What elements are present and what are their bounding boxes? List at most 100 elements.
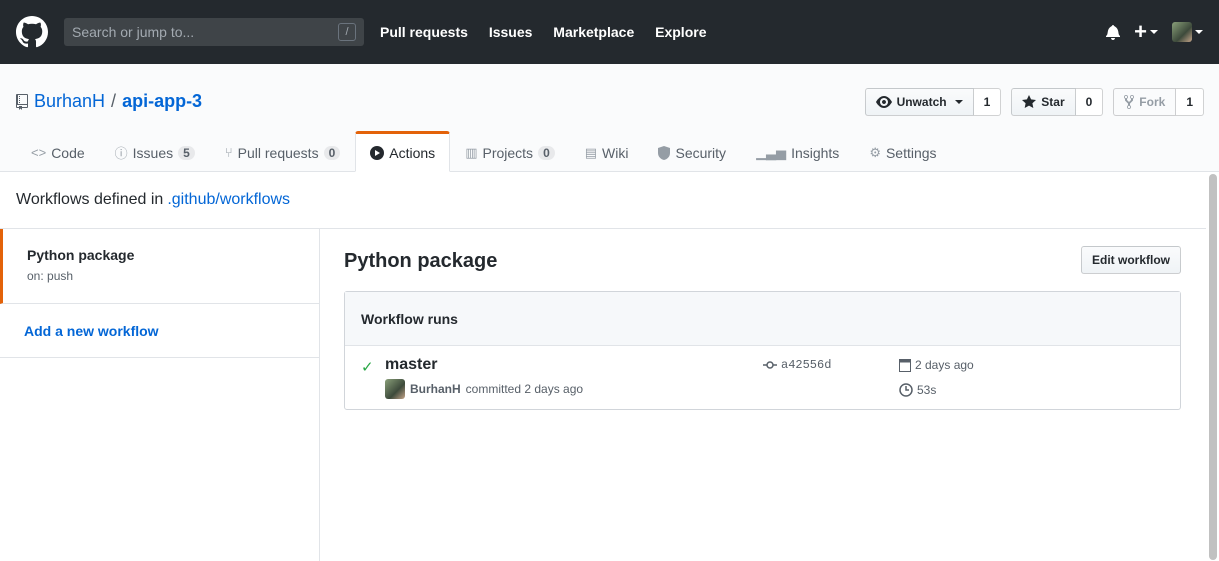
code-icon: <> (31, 145, 47, 160)
search-shortcut-hint: / (338, 23, 356, 41)
workflow-runs-box: Workflow runs ✓ master BurhanH committed… (344, 291, 1181, 410)
workflow-main: Python package Edit workflow Workflow ru… (344, 229, 1181, 410)
repo-path-separator: / (111, 91, 117, 111)
eye-icon (875, 96, 892, 108)
run-duration-text: 53s (917, 383, 937, 397)
repo-name-link[interactable]: api-app-3 (122, 91, 202, 112)
tab-label: Wiki (602, 144, 629, 161)
tab-label: Projects (482, 144, 534, 161)
fork-icon (1124, 94, 1135, 110)
search-input[interactable]: Search or jump to... / (64, 18, 364, 46)
workflows-path-link[interactable]: .github/workflows (167, 191, 290, 209)
gear-icon: ⚙ (869, 144, 881, 160)
repo-owner-link[interactable]: BurhanH (34, 91, 105, 112)
scrollbar[interactable] (1209, 174, 1217, 560)
global-header: Search or jump to... / Pull requests Iss… (0, 0, 1219, 64)
project-icon: ▥ (465, 144, 478, 160)
workflow-trigger: on: push (27, 269, 74, 283)
nav-pull-requests[interactable]: Pull requests (380, 24, 468, 40)
fork-group: Fork 1 (1113, 88, 1204, 116)
page-title: Python package (344, 249, 498, 272)
run-commit[interactable]: a42556d (763, 358, 831, 372)
actions-content: Workflows defined in .github/workflows P… (0, 172, 1219, 561)
tab-settings[interactable]: ⚙ Settings (854, 131, 951, 172)
repo-title: BurhanH / api-app-3 (16, 91, 202, 112)
issues-count-badge: 5 (178, 145, 195, 160)
run-date: 2 days ago (899, 358, 974, 372)
book-icon: ▤ (584, 144, 598, 160)
star-count[interactable]: 0 (1075, 88, 1104, 116)
user-menu-button[interactable] (1172, 22, 1203, 42)
bell-icon[interactable] (1106, 24, 1121, 40)
tab-code[interactable]: <> Code (16, 131, 100, 172)
workflow-sidebar: Python package on: push Add a new workfl… (0, 229, 320, 561)
tab-issues[interactable]: ⓘ Issues 5 (100, 131, 210, 172)
pull-request-icon: ⑂ (224, 145, 233, 160)
tab-wiki[interactable]: ▤ Wiki (570, 131, 644, 172)
repo-actions: Unwatch 1 Star 0 Fork 1 (864, 88, 1204, 116)
calendar-icon (899, 359, 911, 372)
tab-insights[interactable]: ▁▃▅ Insights (741, 131, 854, 172)
workflow-item-python-package[interactable]: Python package on: push (0, 229, 319, 304)
tab-actions[interactable]: Actions (355, 131, 451, 172)
fork-count[interactable]: 1 (1176, 88, 1204, 116)
play-icon (370, 145, 385, 160)
unwatch-label: Unwatch (896, 95, 947, 109)
star-group: Star 0 (1011, 88, 1104, 116)
tab-label: Pull requests (237, 144, 319, 161)
pull-requests-count-badge: 0 (323, 145, 341, 160)
workflow-runs-title: Workflow runs (345, 292, 1180, 346)
workflows-header: Workflows defined in .github/workflows (0, 172, 1206, 229)
shield-icon (658, 145, 671, 160)
tab-label: Code (51, 144, 85, 161)
tab-security[interactable]: Security (643, 131, 741, 172)
tab-pull-requests[interactable]: ⑂ Pull requests 0 (210, 131, 355, 172)
global-nav: Pull requests Issues Marketplace Explore (380, 24, 723, 40)
run-branch-link[interactable]: master (385, 356, 437, 374)
clock-icon (899, 383, 913, 397)
check-icon: ✓ (361, 359, 374, 376)
commit-sha: a42556d (781, 358, 832, 372)
issue-icon: ⓘ (114, 146, 128, 161)
run-author-link[interactable]: BurhanH (410, 382, 461, 396)
unwatch-button[interactable]: Unwatch (864, 88, 974, 116)
chevron-down-icon (954, 100, 963, 104)
list-item[interactable]: ✓ master BurhanH committed 2 days ago a4… (345, 346, 1180, 409)
star-icon (1022, 95, 1037, 108)
search-placeholder: Search or jump to... (72, 24, 195, 40)
edit-workflow-button[interactable]: Edit workflow (1081, 246, 1181, 274)
nav-explore[interactable]: Explore (655, 24, 706, 40)
github-logo-icon[interactable] (16, 16, 48, 48)
watch-count[interactable]: 1 (973, 88, 1002, 116)
fork-label: Fork (1139, 95, 1166, 109)
tab-projects[interactable]: ▥ Projects 0 (450, 131, 570, 172)
plus-icon: + (1134, 19, 1147, 44)
avatar (1172, 22, 1192, 42)
repo-nav: <> Code ⓘ Issues 5 ⑂ Pull requests 0 Act… (16, 131, 952, 172)
tab-label: Security (675, 144, 727, 161)
workflows-header-text: Workflows defined in (16, 191, 164, 208)
tab-label: Settings (885, 144, 937, 161)
nav-marketplace[interactable]: Marketplace (553, 24, 634, 40)
graph-icon: ▁▃▅ (756, 144, 787, 160)
add-new-workflow-link[interactable]: Add a new workflow (0, 304, 319, 358)
run-meta: BurhanH committed 2 days ago (385, 379, 583, 399)
repo-header: BurhanH / api-app-3 Unwatch 1 Star 0 For… (0, 64, 1219, 172)
tab-label: Insights (791, 144, 840, 161)
star-button[interactable]: Star (1011, 88, 1076, 116)
chevron-down-icon (1150, 30, 1158, 34)
watch-group: Unwatch 1 (864, 88, 1002, 116)
tab-label: Issues (132, 144, 174, 161)
workflow-title: Python package (27, 247, 135, 263)
run-date-text: 2 days ago (915, 358, 974, 372)
run-action-text: committed 2 days ago (465, 382, 584, 396)
star-label: Star (1041, 95, 1065, 109)
avatar (385, 379, 405, 399)
repo-icon (16, 93, 28, 110)
projects-count-badge: 0 (538, 145, 555, 160)
commit-icon (763, 361, 777, 369)
nav-issues[interactable]: Issues (489, 24, 533, 40)
create-new-button[interactable]: + (1134, 19, 1158, 45)
fork-button[interactable]: Fork (1113, 88, 1177, 116)
tab-label: Actions (389, 144, 436, 161)
